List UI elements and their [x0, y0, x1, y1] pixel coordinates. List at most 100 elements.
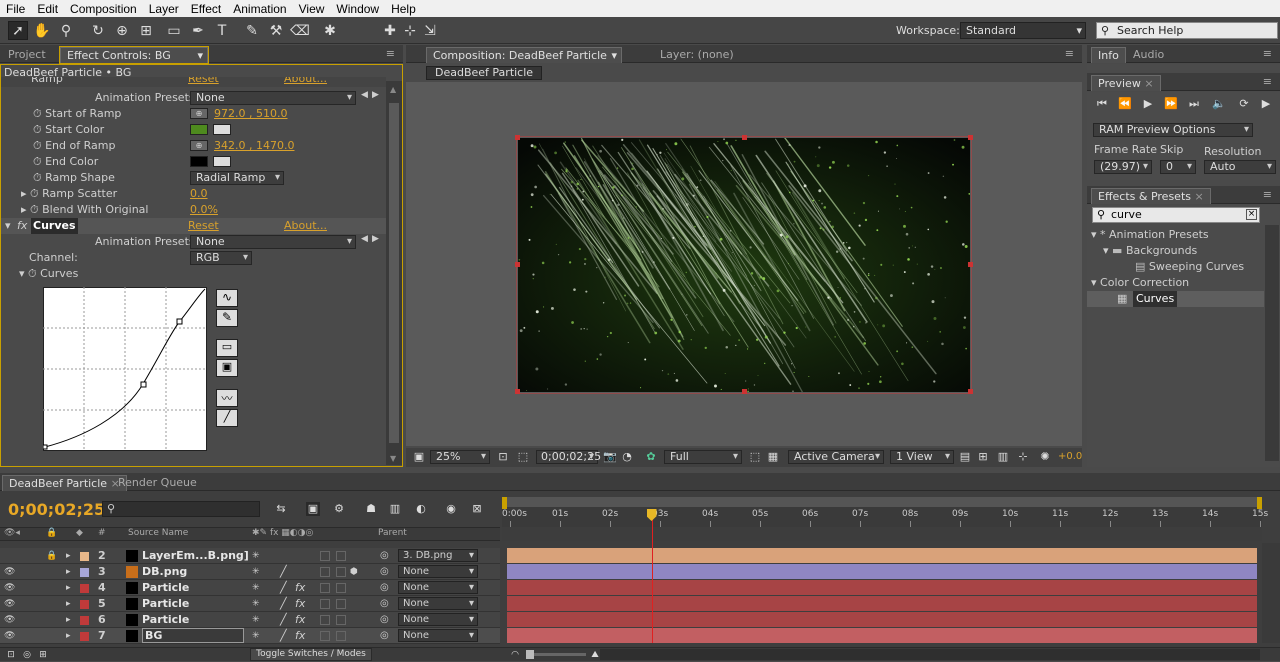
- layer-handle[interactable]: [742, 389, 747, 394]
- col-parent[interactable]: Parent: [378, 528, 407, 538]
- exposure-value[interactable]: +0.0: [1058, 451, 1082, 462]
- ram-preview-icon[interactable]: ▶: [1259, 97, 1273, 111]
- work-area-bar[interactable]: [502, 497, 1262, 507]
- quality-icon[interactable]: ╱: [280, 612, 287, 628]
- tree-color-correction[interactable]: ▾ Color Correction: [1091, 275, 1189, 291]
- curves-reset-link[interactable]: Reset: [188, 218, 219, 234]
- pickwhip-icon[interactable]: ◎: [380, 548, 389, 564]
- shy-layers-icon[interactable]: ☗: [364, 502, 378, 516]
- menu-window[interactable]: Window: [330, 2, 385, 16]
- layer-row[interactable]: 👁 ▸ 3 DB.png ✳ ╱ ⬢ ◎ None ▾: [0, 564, 500, 580]
- ramp-about-link[interactable]: About...: [284, 77, 327, 87]
- tab-preview[interactable]: Preview ×: [1091, 75, 1161, 91]
- switch-box[interactable]: [336, 615, 346, 625]
- loop-icon[interactable]: ⟳: [1237, 97, 1251, 111]
- save-icon[interactable]: ▣: [216, 359, 238, 377]
- timeline-zoom-slider[interactable]: [526, 650, 586, 659]
- layer-handle[interactable]: [515, 389, 520, 394]
- stopwatch-icon[interactable]: ⏱: [33, 155, 42, 168]
- pickwhip-icon[interactable]: ◎: [380, 564, 389, 580]
- label-color-swatch[interactable]: [80, 616, 89, 625]
- rotate-tool-icon[interactable]: ↻: [88, 21, 108, 40]
- pan-behind-tool-icon[interactable]: ⊞: [136, 21, 156, 40]
- view-layout-select[interactable]: 1 View: [890, 450, 954, 464]
- motion-blur-icon[interactable]: ◐: [414, 502, 428, 516]
- parent-select[interactable]: 3. DB.png ▾: [398, 549, 478, 562]
- stopwatch-icon[interactable]: ⏱: [28, 267, 37, 280]
- expand-arrow-icon[interactable]: ▸: [66, 564, 71, 580]
- stopwatch-icon[interactable]: ⏱: [33, 123, 42, 136]
- mask-visibility-icon[interactable]: ⬚: [516, 450, 530, 464]
- eye-icon[interactable]: 👁: [4, 628, 15, 644]
- reset-linear-icon[interactable]: ╱: [216, 409, 238, 427]
- smooth-icon[interactable]: 〰: [216, 389, 238, 407]
- layer-name[interactable]: Particle: [142, 596, 189, 612]
- switch-box[interactable]: [336, 567, 346, 577]
- tree-animation-presets[interactable]: ▾ * Animation Presets: [1091, 227, 1209, 243]
- layer-duration-bar[interactable]: [507, 564, 1257, 579]
- workspace-select[interactable]: Standard ▾: [960, 22, 1086, 39]
- crosshair-icon[interactable]: ⊕: [190, 140, 208, 151]
- timeline-scrollbar[interactable]: [1262, 543, 1280, 643]
- blend-value[interactable]: 0.0%: [190, 202, 218, 218]
- switch-box[interactable]: [320, 599, 330, 609]
- collapse-arrow-icon[interactable]: ▾: [1091, 276, 1097, 289]
- tab-effects-presets[interactable]: Effects & Presets ×: [1091, 188, 1211, 204]
- curves-anim-presets-select[interactable]: None: [190, 235, 356, 249]
- world-axis-icon[interactable]: ⊹: [400, 21, 420, 40]
- play-icon[interactable]: ▶: [1141, 97, 1155, 111]
- toggle-switches-modes-button[interactable]: Toggle Switches / Modes: [250, 648, 372, 661]
- reset-exposure-icon[interactable]: ✺: [1038, 450, 1052, 464]
- expand-arrow-icon[interactable]: ▸: [66, 628, 71, 644]
- quality-icon[interactable]: ╱: [280, 596, 287, 612]
- collapse-arrow-icon[interactable]: ▾: [1091, 228, 1097, 241]
- current-time-field[interactable]: 0;00;02;25: [536, 450, 601, 464]
- expand-arrow-icon[interactable]: ▸: [21, 203, 27, 216]
- tab-render-queue[interactable]: Render Queue: [112, 475, 203, 491]
- menu-edit[interactable]: Edit: [31, 2, 64, 16]
- menu-help[interactable]: Help: [385, 2, 422, 16]
- live-update-icon[interactable]: ▣: [306, 502, 320, 516]
- pixel-motion-icon[interactable]: ✳: [252, 548, 260, 564]
- eye-icon[interactable]: 👁: [4, 612, 15, 628]
- tab-effect-controls[interactable]: Effect Controls: BG ▾: [59, 46, 209, 64]
- parent-select[interactable]: None ▾: [398, 597, 478, 610]
- curve-smooth-icon[interactable]: ∿: [216, 289, 238, 307]
- layer-duration-bar[interactable]: [507, 596, 1257, 611]
- comp-breadcrumb[interactable]: DeadBeef Particle: [426, 66, 543, 80]
- safe-zones-icon[interactable]: ⊡: [496, 450, 510, 464]
- type-tool-icon[interactable]: T: [212, 21, 232, 40]
- layer-row[interactable]: 👁 ▸ 7 BG ✳ ╱ fx ◎ None ▾: [0, 628, 500, 644]
- toggle-pixel-aspect-icon[interactable]: ▤: [958, 450, 972, 464]
- pixel-motion-icon[interactable]: ✳: [252, 628, 260, 644]
- zoom-select[interactable]: 25%: [430, 450, 490, 464]
- layer-duration-bar[interactable]: [507, 580, 1257, 595]
- tree-curves[interactable]: ▦ Curves: [1087, 291, 1264, 307]
- in-out-icon[interactable]: ⊞: [36, 648, 50, 662]
- timeline-zoom-thumb[interactable]: [526, 650, 534, 659]
- pickwhip-icon[interactable]: ◎: [380, 596, 389, 612]
- quality-icon[interactable]: ╱: [280, 564, 287, 580]
- ramp-header[interactable]: Ramp Reset About...: [1, 77, 386, 87]
- scroll-thumb[interactable]: [389, 103, 399, 443]
- hand-tool-icon[interactable]: ✋: [32, 21, 52, 40]
- parent-select[interactable]: None ▾: [398, 565, 478, 578]
- fx-icon[interactable]: fx: [295, 612, 305, 628]
- pixel-motion-icon[interactable]: ✳: [252, 564, 260, 580]
- transfer-controls-icon[interactable]: ◎: [20, 648, 34, 662]
- collapse-arrow-icon[interactable]: ▾: [1103, 244, 1109, 257]
- quality-icon[interactable]: ╱: [280, 628, 287, 644]
- draft-3d-icon[interactable]: ⚙: [332, 502, 346, 516]
- brainstorm-icon[interactable]: ⊠: [470, 502, 484, 516]
- tree-backgrounds[interactable]: ▾ ▬ Backgrounds: [1103, 243, 1197, 259]
- panel-menu-icon[interactable]: ≡: [1263, 47, 1272, 60]
- fx-icon[interactable]: fx: [295, 628, 305, 644]
- curve-point[interactable]: [140, 381, 147, 388]
- stopwatch-icon[interactable]: ⏱: [30, 203, 39, 216]
- timeline-h-scrollbar[interactable]: [600, 649, 1260, 660]
- start-of-ramp-value[interactable]: 972.0 , 510.0: [214, 106, 287, 122]
- snapshot-icon[interactable]: 📷: [603, 450, 617, 464]
- timeline-icon[interactable]: ▥: [996, 450, 1010, 464]
- comp-mini-flowchart-icon[interactable]: ⇆: [274, 502, 288, 516]
- layer-name[interactable]: BG: [142, 628, 244, 643]
